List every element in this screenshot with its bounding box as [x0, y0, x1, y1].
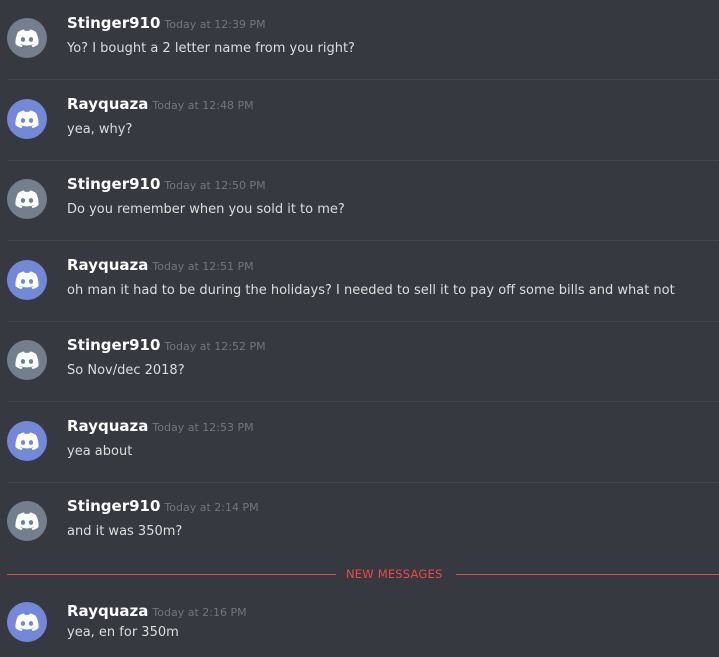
discord-logo-icon: [15, 351, 39, 369]
timestamp: Today at 12:50 PM: [164, 179, 266, 192]
message-group: Stinger910 Today at 12:39 PM Yo? I bought…: [0, 0, 719, 80]
username[interactable]: Stinger910: [67, 497, 160, 515]
new-messages-label: NEW MESSAGES: [346, 567, 443, 581]
message-header: Rayquaza Today at 2:16 PM: [67, 601, 247, 623]
discord-logo-icon: [15, 613, 39, 631]
avatar[interactable]: [7, 99, 47, 139]
message-header: Stinger910 Today at 12:52 PM: [67, 335, 266, 357]
message-group: Rayquaza Today at 2:16 PM yea, en for 350…: [0, 583, 719, 657]
message-group: Rayquaza Today at 12:48 PM yea, why?: [0, 81, 719, 161]
new-messages-line-right: [456, 574, 719, 575]
discord-logo-icon: [15, 190, 39, 208]
discord-logo-icon: [15, 271, 39, 289]
avatar[interactable]: [7, 421, 47, 461]
message-group: Rayquaza Today at 12:53 PM yea about: [0, 403, 719, 483]
message-group: Stinger910 Today at 12:52 PM So Nov/dec 2…: [0, 322, 719, 402]
username[interactable]: Stinger910: [67, 336, 160, 354]
username[interactable]: Rayquaza: [67, 417, 148, 435]
message-content: yea, why?: [67, 122, 133, 137]
discord-logo-icon: [15, 29, 39, 47]
message-header: Rayquaza Today at 12:51 PM: [67, 255, 254, 277]
avatar[interactable]: [7, 260, 47, 300]
message-header: Stinger910 Today at 12:50 PM: [67, 174, 266, 196]
avatar[interactable]: [7, 179, 47, 219]
message-divider: [7, 401, 719, 402]
message-divider: [7, 79, 719, 80]
username[interactable]: Rayquaza: [67, 602, 148, 620]
username[interactable]: Stinger910: [67, 14, 160, 32]
discord-logo-icon: [15, 110, 39, 128]
avatar[interactable]: [7, 18, 47, 58]
timestamp: Today at 12:53 PM: [152, 421, 254, 434]
message-content: oh man it had to be during the holidays?…: [67, 283, 675, 298]
new-messages-divider: NEW MESSAGES: [7, 565, 719, 583]
message-content: and it was 350m?: [67, 524, 183, 539]
message-group: Stinger910 Today at 2:14 PM and it was 35…: [0, 483, 719, 563]
username[interactable]: Stinger910: [67, 175, 160, 193]
avatar[interactable]: [7, 501, 47, 541]
message-header: Stinger910 Today at 12:39 PM: [67, 13, 266, 35]
avatar[interactable]: [7, 602, 47, 642]
timestamp: Today at 12:39 PM: [164, 18, 266, 31]
discord-logo-icon: [15, 432, 39, 450]
chat-messages: Stinger910 Today at 12:39 PM Yo? I bought…: [0, 0, 719, 657]
message-content: Yo? I bought a 2 letter name from you ri…: [67, 41, 355, 56]
timestamp: Today at 12:52 PM: [164, 340, 266, 353]
message-content: yea, en for 350m: [67, 625, 179, 640]
avatar[interactable]: [7, 340, 47, 380]
message-header: Stinger910 Today at 2:14 PM: [67, 496, 259, 518]
new-messages-line-left: [7, 574, 336, 575]
message-content: Do you remember when you sold it to me?: [67, 202, 345, 217]
message-group: Rayquaza Today at 12:51 PM oh man it had …: [0, 242, 719, 322]
message-group: Stinger910 Today at 12:50 PM Do you remem…: [0, 161, 719, 241]
message-header: Rayquaza Today at 12:53 PM: [67, 416, 254, 438]
message-header: Rayquaza Today at 12:48 PM: [67, 94, 254, 116]
message-content: yea about: [67, 444, 133, 459]
message-divider: [7, 240, 719, 241]
username[interactable]: Rayquaza: [67, 256, 148, 274]
timestamp: Today at 2:16 PM: [152, 606, 247, 619]
username[interactable]: Rayquaza: [67, 95, 148, 113]
timestamp: Today at 12:51 PM: [152, 260, 254, 273]
timestamp: Today at 12:48 PM: [152, 99, 254, 112]
timestamp: Today at 2:14 PM: [164, 501, 259, 514]
message-content: So Nov/dec 2018?: [67, 363, 185, 378]
discord-logo-icon: [15, 512, 39, 530]
